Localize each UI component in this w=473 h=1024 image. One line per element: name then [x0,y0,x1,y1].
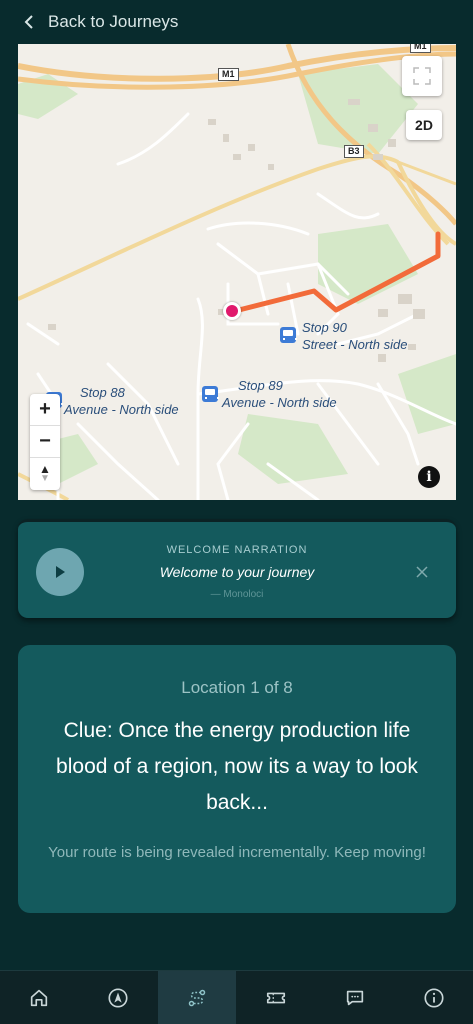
stop-90-name: Stop 90 [302,320,347,335]
route-icon [188,989,206,1006]
nav-tickets[interactable] [236,971,315,1024]
stop-90-label: Stop 90 Street - North side [302,319,408,353]
navigation-icon [108,987,128,1008]
fullscreen-button[interactable] [402,56,442,96]
back-label: Back to Journeys [48,12,179,31]
narration-heading: WELCOME NARRATION [166,544,308,556]
stop-88-label: Stop 88 Avenue - North side [64,384,179,418]
zoom-controls: + − ▲ ▼ [30,394,60,490]
map-base-layer [18,44,456,500]
back-to-journeys-link[interactable]: Back to Journeys [0,0,473,44]
road-shield-m1: M1 [218,68,239,81]
info-icon [424,987,444,1008]
chevron-left-icon [24,15,33,29]
chat-icon [346,990,363,1005]
home-icon [31,989,48,1006]
nav-route[interactable] [157,971,237,1024]
road-shield-b3: B3 [344,145,364,158]
route-reveal-note: Your route is being revealed incremental… [48,844,426,861]
route-map[interactable]: M1 M1 B3 Stop 90 Street - North side Sto… [18,44,456,500]
bottom-nav [0,970,473,1024]
welcome-narration-card: WELCOME NARRATION Welcome to your journe… [18,519,456,618]
clue-card: Location 1 of 8 Clue: Once the energy pr… [18,645,456,913]
ticket-icon [266,992,285,1003]
bus-stop-icon[interactable] [280,327,297,343]
location-progress: Location 1 of 8 [181,678,293,697]
nav-navigation[interactable] [79,971,158,1024]
road-shield-m1-top: M1 [410,44,431,53]
current-location-marker [223,302,241,320]
stop-89-label: Stop 89 Avenue - North side [222,377,337,411]
narration-title: Welcome to your journey [159,564,315,580]
zoom-in-button[interactable]: + [30,394,60,426]
view-mode-2d-button[interactable]: 2D [406,110,442,140]
clue-text: Clue: Once the energy production life bl… [56,719,418,814]
close-icon[interactable] [414,564,430,580]
nav-chat[interactable] [315,971,394,1024]
stop-90-street: Street - North side [302,337,408,352]
bus-stop-icon[interactable] [202,386,219,402]
stop-88-name: Stop 88 [80,385,125,400]
nav-home[interactable] [0,971,79,1024]
stop-88-street: Avenue - North side [64,402,179,417]
stop-89-name: Stop 89 [238,378,283,393]
compass-button[interactable]: ▲ ▼ [30,458,60,490]
zoom-out-button[interactable]: − [30,426,60,458]
stop-89-street: Avenue - North side [222,395,337,410]
fullscreen-icon [413,67,431,85]
nav-info[interactable] [394,971,473,1024]
narration-source: — Monoloci [210,589,264,600]
map-attribution-info-button[interactable]: i [418,466,440,488]
